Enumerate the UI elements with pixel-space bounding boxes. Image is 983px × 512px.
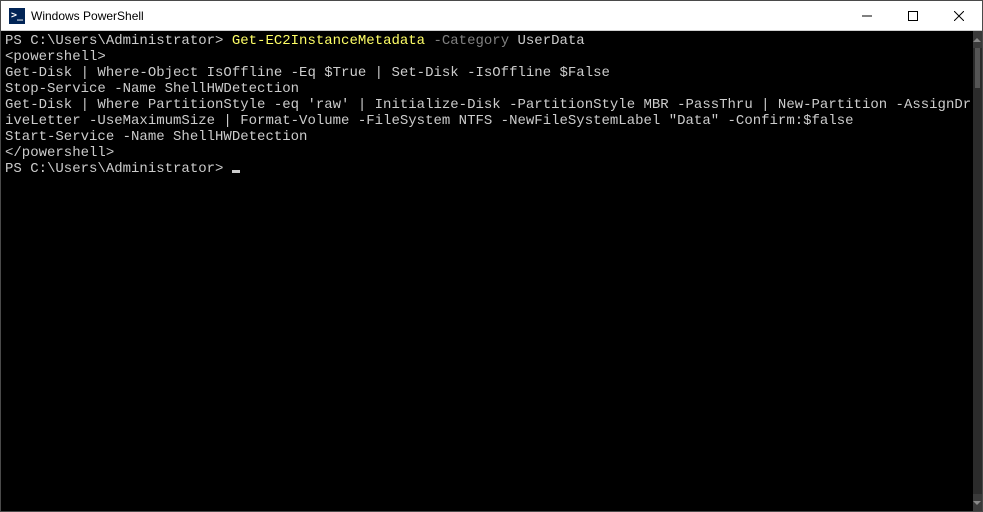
scroll-up-button[interactable] [973,31,982,48]
titlebar[interactable]: >_ Windows PowerShell [1,1,982,31]
scroll-down-button[interactable] [973,494,982,511]
vertical-scrollbar[interactable] [973,31,982,511]
output-line: Stop-Service -Name ShellHWDetection [5,81,299,97]
output-line: Start-Service -Name ShellHWDetection [5,129,307,145]
window-title: Windows PowerShell [31,9,144,23]
prompt: PS C:\Users\Administrator> [5,161,232,177]
command-name: Get-EC2InstanceMetadata [232,33,425,49]
terminal-output[interactable]: PS C:\Users\Administrator> Get-EC2Instan… [1,31,973,511]
cursor [232,170,240,173]
powershell-window: >_ Windows PowerShell PS C:\Users\Admini… [0,0,983,512]
powershell-icon-glyph: >_ [11,10,23,21]
prompt: PS C:\Users\Administrator> [5,33,232,49]
output-line: Get-Disk | Where-Object IsOffline -Eq $T… [5,65,610,81]
scrollbar-track[interactable] [973,48,982,494]
chevron-down-icon [973,499,981,507]
scrollbar-thumb[interactable] [975,48,980,88]
powershell-icon: >_ [9,8,25,24]
maximize-button[interactable] [890,1,936,31]
chevron-up-icon [973,36,981,44]
maximize-icon [908,11,918,21]
command-arg: UserData [509,33,585,49]
close-button[interactable] [936,1,982,31]
minimize-button[interactable] [844,1,890,31]
command-param: -Category [425,33,509,49]
output-line: </powershell> [5,145,114,161]
window-content: PS C:\Users\Administrator> Get-EC2Instan… [1,31,982,511]
close-icon [954,11,964,21]
minimize-icon [862,11,872,21]
output-line: <powershell> [5,49,106,65]
output-line: Get-Disk | Where PartitionStyle -eq 'raw… [5,97,971,129]
